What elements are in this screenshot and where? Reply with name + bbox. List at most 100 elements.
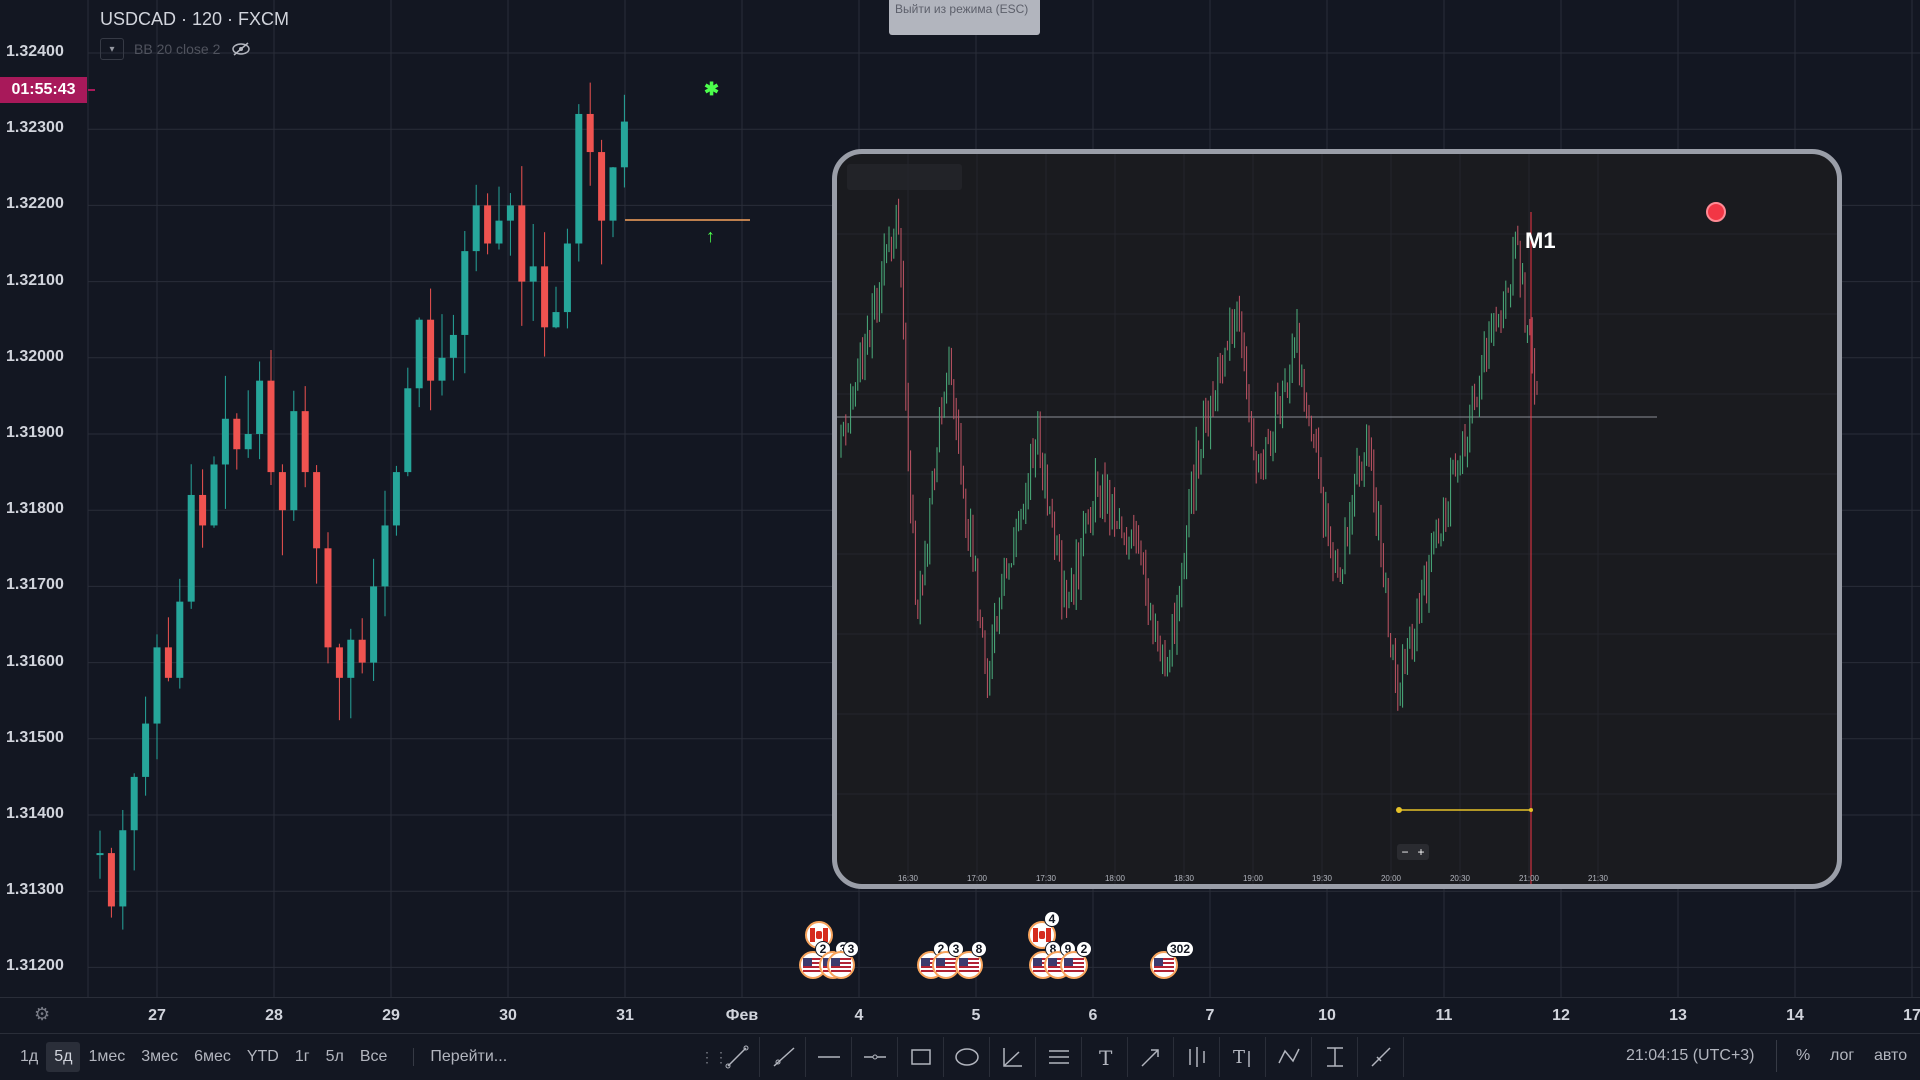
ruler-icon xyxy=(1370,1047,1391,1067)
candle-body xyxy=(244,434,252,450)
candle-body xyxy=(529,266,537,282)
candle-body xyxy=(221,418,229,465)
chevron-down-icon[interactable]: ▾ xyxy=(100,38,124,60)
time-label: 7 xyxy=(1205,1007,1215,1024)
exit-fullscreen-button[interactable]: Выйти из режима (ESC) xyxy=(889,0,1040,35)
time-label: 12 xyxy=(1552,1007,1570,1024)
ruler-tool-button[interactable] xyxy=(1358,1037,1404,1077)
indicator-label[interactable]: BB 20 close 2 xyxy=(134,41,220,57)
zoom-in-button[interactable]: + xyxy=(1413,844,1429,860)
angle-icon xyxy=(1002,1048,1022,1067)
event-count-badge: 4 xyxy=(1044,911,1060,927)
candle-body xyxy=(620,121,628,168)
candle-body xyxy=(119,830,127,907)
horizontal-line-tool-button[interactable] xyxy=(806,1037,852,1077)
time-label: 31 xyxy=(616,1007,634,1024)
time-axis[interactable]: ⚙ 27 28 29 30 31 Фев 4 5 6 7 10 11 12 13 14 17 xyxy=(0,997,1920,1033)
range-button[interactable]: Все xyxy=(352,1042,396,1072)
overlay-time-label: 21:30 xyxy=(1587,874,1609,883)
candle-body xyxy=(381,525,389,587)
range-button[interactable]: 5л xyxy=(318,1042,352,1072)
horizontal-ray-tool-button[interactable] xyxy=(852,1037,898,1077)
eye-hidden-icon[interactable] xyxy=(230,40,252,58)
grip-icon[interactable]: ⋮⋮ xyxy=(700,1049,728,1066)
range-button[interactable]: 1г xyxy=(287,1042,318,1072)
candle-body xyxy=(130,776,138,831)
overlay-time-label: 17:30 xyxy=(1035,874,1057,883)
candle-body xyxy=(313,472,321,549)
candle-body xyxy=(107,853,115,907)
candle-body xyxy=(335,647,343,678)
candle-body xyxy=(187,494,195,602)
path-tool-button[interactable] xyxy=(1266,1037,1312,1077)
ray-icon xyxy=(772,1047,795,1067)
rectangle-tool-button[interactable] xyxy=(898,1037,944,1077)
price-range-tool-button[interactable] xyxy=(1312,1037,1358,1077)
event-count-badge: 302 xyxy=(1166,941,1195,957)
overlay-range-point xyxy=(1529,808,1533,812)
event-count-badge: 2 xyxy=(1076,941,1092,957)
overlay-title: M1 xyxy=(1525,228,1556,253)
range-button[interactable]: YTD xyxy=(239,1042,287,1072)
time-label: 30 xyxy=(499,1007,517,1024)
text-anchor-tool-button[interactable]: T xyxy=(1220,1037,1266,1077)
zoom-out-button[interactable]: − xyxy=(1397,844,1413,860)
goto-button[interactable]: Перейти... xyxy=(413,1048,507,1066)
clock[interactable]: 21:04:15 (UTC+3) xyxy=(1626,1047,1755,1065)
text-tool-button[interactable]: T xyxy=(1082,1037,1128,1077)
ellipse-icon xyxy=(954,1048,979,1066)
price-label: 1.31600 xyxy=(6,652,64,670)
symbol-title[interactable]: USDCAD · 120 · FXCM xyxy=(100,9,289,30)
up-arrow-icon: ↑ xyxy=(706,226,715,246)
chart-area[interactable]: ↑ ✱ USDCAD · 120 · FXCM ▾ BB 20 close 2 1… xyxy=(0,0,1920,997)
ellipse-tool-button[interactable] xyxy=(944,1037,990,1077)
candle-body xyxy=(404,388,412,473)
candle-body xyxy=(484,205,492,244)
range-button[interactable]: 1мес xyxy=(80,1042,133,1072)
alert-icon[interactable] xyxy=(1706,202,1726,222)
candle-body xyxy=(324,548,332,648)
overlay-range-point xyxy=(1396,807,1402,813)
parallel-channel-tool-button[interactable] xyxy=(1036,1037,1082,1077)
auto-button[interactable]: авто xyxy=(1874,1047,1907,1065)
arrow-tool-button[interactable] xyxy=(1128,1037,1174,1077)
range-button[interactable]: 6мес xyxy=(186,1042,239,1072)
time-label: 13 xyxy=(1669,1007,1687,1024)
m1-chart-canvas xyxy=(837,154,1837,884)
candle-body xyxy=(438,357,446,381)
percent-button[interactable]: % xyxy=(1796,1047,1810,1065)
trend-line-tool-button[interactable] xyxy=(714,1037,760,1077)
overlay-time-label: 20:00 xyxy=(1380,874,1402,883)
candle-body xyxy=(256,380,264,434)
log-button[interactable]: лог xyxy=(1830,1047,1854,1065)
time-label: 4 xyxy=(854,1007,864,1024)
text-anchor-icon: T xyxy=(1233,1047,1250,1068)
trend-line-icon xyxy=(725,1045,748,1069)
overlay-time-label: 18:30 xyxy=(1173,874,1195,883)
time-label: 27 xyxy=(148,1007,166,1024)
range-button[interactable]: 1д xyxy=(12,1042,46,1072)
ray-tool-button[interactable] xyxy=(760,1037,806,1077)
price-range-icon xyxy=(1326,1047,1343,1067)
angle-tool-button[interactable] xyxy=(990,1037,1036,1077)
candle-body xyxy=(609,167,617,221)
candle-body xyxy=(153,647,161,724)
range-button[interactable]: 5д xyxy=(46,1042,81,1072)
time-label: 11 xyxy=(1435,1007,1453,1024)
zoom-control: − + xyxy=(1397,844,1429,860)
bars-pattern-icon xyxy=(1188,1047,1205,1067)
rectangle-icon xyxy=(910,1049,931,1065)
gear-icon[interactable]: ⚙ xyxy=(34,1004,50,1025)
candle-body xyxy=(370,586,378,663)
time-label: 5 xyxy=(971,1007,981,1024)
range-button[interactable]: 3мес xyxy=(133,1042,186,1072)
candle-body xyxy=(301,411,309,473)
candle-body xyxy=(210,464,218,526)
us-flag-icon xyxy=(1154,958,1174,972)
candle-body xyxy=(199,494,207,526)
parallel-channel-icon xyxy=(1048,1050,1069,1064)
overlay-legend-placeholder xyxy=(847,164,962,190)
bars-pattern-tool-button[interactable] xyxy=(1174,1037,1220,1077)
time-label: Фев xyxy=(725,1007,759,1024)
time-label: 17 xyxy=(1903,1007,1920,1024)
